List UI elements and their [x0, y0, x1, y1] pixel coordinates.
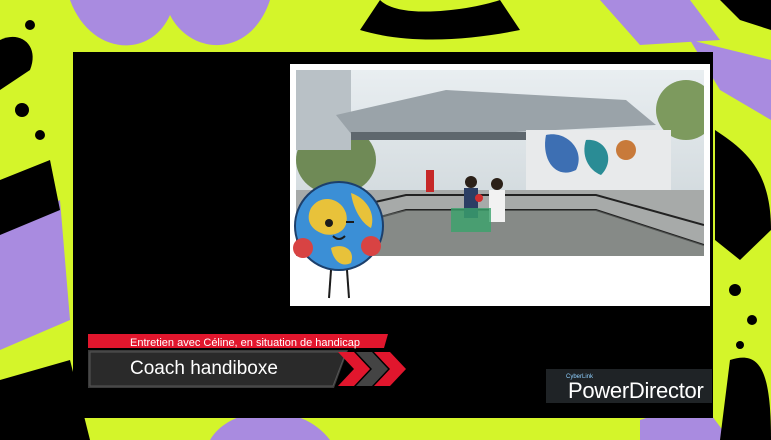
lower-third-title: Coach handiboxe [130, 358, 278, 379]
powerdirector-watermark: CyberLink PowerDirector [546, 369, 712, 403]
boxing-glove [475, 194, 483, 202]
mascot-glove [293, 238, 313, 258]
ring-post [426, 170, 434, 192]
black-dot [736, 341, 744, 349]
watermark-product: PowerDirector [568, 378, 704, 403]
person-head [491, 178, 503, 190]
black-dot [35, 130, 45, 140]
black-dot [15, 103, 29, 117]
black-dot [747, 315, 757, 325]
person-head [465, 176, 477, 188]
person [489, 190, 505, 222]
earth-mascot [293, 181, 384, 299]
mascot-glove [361, 236, 381, 256]
black-dot [729, 284, 741, 296]
wheelchair [451, 208, 491, 232]
tower [296, 70, 351, 150]
lower-third-subtitle: Entretien avec Céline, en situation de h… [130, 337, 360, 349]
mural [616, 140, 636, 160]
black-dot [25, 20, 35, 30]
